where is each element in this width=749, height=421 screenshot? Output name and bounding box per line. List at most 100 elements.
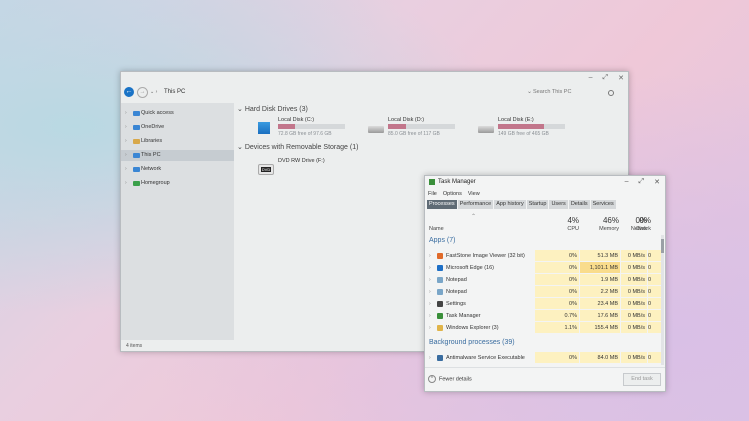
chevron-right-icon[interactable]: ›: [125, 150, 127, 161]
network-cell: 0 Mbps: [648, 352, 661, 363]
disk-cell: 0 MB/s: [621, 310, 647, 321]
search-icon: [608, 90, 614, 96]
star-icon: [133, 111, 140, 116]
background-section-header: Background processes (39): [429, 339, 515, 346]
menu-options[interactable]: Options: [443, 191, 462, 197]
sidebar-item-label: This PC: [141, 152, 161, 158]
end-task-button[interactable]: End task: [623, 373, 661, 386]
memory-cell: 84.0 MB: [580, 352, 620, 363]
minimize-icon[interactable]: –: [625, 178, 629, 186]
column-name[interactable]: Name: [429, 226, 444, 232]
chevron-right-icon[interactable]: ›: [429, 262, 431, 274]
drive-name: Local Disk (E:): [498, 117, 534, 123]
group-header-removable[interactable]: ⌄ Devices with Removable Storage (1): [237, 143, 358, 151]
tab-startup[interactable]: Startup: [526, 200, 549, 209]
maximize-icon[interactable]: ⤢: [603, 74, 609, 82]
sidebar-item-this-pc[interactable]: › This PC: [121, 150, 234, 161]
settings-icon: [437, 301, 443, 307]
memory-cell: 155.4 MB: [580, 322, 620, 333]
drive-usage-bar: [278, 124, 345, 129]
chevron-right-icon[interactable]: ›: [429, 274, 431, 286]
process-row[interactable]: › Windows Explorer (3) 1.1% 155.4 MB 0 MB/s 0…: [425, 322, 661, 334]
cpu-cell: 0%: [535, 298, 579, 309]
chevron-right-icon[interactable]: ›: [429, 250, 431, 262]
navigation-pane: › Quick access › OneDrive › Libraries › This PC…: [121, 103, 234, 340]
process-name: Notepad: [446, 289, 467, 295]
fewer-details-button[interactable]: ⌃ Fewer details: [428, 375, 472, 383]
network-cell: 0 Mbps: [648, 250, 661, 261]
network-cell: 0 Mbps: [648, 274, 661, 285]
network-total[interactable]: 0%: [623, 216, 651, 225]
drive-usage-fill: [278, 124, 295, 129]
notepad-icon: [437, 277, 443, 283]
disk-cell: 0 MB/s: [621, 274, 647, 285]
process-row[interactable]: › Microsoft Edge (16) 0% 1,101.1 MB 0 MB/s 0 …: [425, 262, 661, 274]
disk-cell: 0 MB/s: [621, 352, 647, 363]
address-bar[interactable]: This PC: [164, 89, 185, 95]
tab-processes[interactable]: Processes: [427, 200, 457, 209]
tab-app-history[interactable]: App history: [494, 200, 526, 209]
vertical-scrollbar[interactable]: [661, 235, 664, 365]
process-row[interactable]: › Notepad 0%1.9 MB0 MB/s0 Mbps: [425, 274, 661, 286]
chevron-right-icon[interactable]: ›: [125, 108, 127, 119]
cpu-total[interactable]: 4%: [535, 216, 579, 225]
sidebar-item-network[interactable]: › Network: [121, 164, 234, 175]
tab-services[interactable]: Services: [590, 200, 616, 209]
chevron-right-icon[interactable]: ›: [429, 322, 431, 334]
tab-performance[interactable]: Performance: [457, 200, 494, 209]
drive-item[interactable]: Local Disk (D:) 85.0 GB free of 117 GB: [368, 117, 478, 147]
close-icon[interactable]: ✕: [618, 74, 624, 82]
drive-free-space: 72.8 GB free of 97.6 GB: [278, 131, 332, 137]
column-network[interactable]: Network: [623, 226, 651, 232]
fewer-details-label: Fewer details: [439, 376, 472, 383]
address-dropdown-icon[interactable]: ⌄: [527, 88, 532, 95]
group-header-hard-disks[interactable]: ⌄ Hard Disk Drives (3): [237, 105, 308, 113]
sidebar-item-libraries[interactable]: › Libraries: [121, 136, 234, 147]
chevron-right-icon[interactable]: ›: [125, 136, 127, 147]
navigation-bar: ← → ⌄ › This PC ⌄ Search This PC: [121, 86, 628, 100]
process-row[interactable]: › Settings 0%23.4 MB0 MB/s0 Mbps: [425, 298, 661, 310]
column-memory[interactable]: Memory: [579, 226, 619, 232]
sidebar-item-homegroup[interactable]: › Homegroup: [121, 178, 234, 189]
search-input[interactable]: Search This PC: [533, 87, 617, 97]
tab-details[interactable]: Details: [568, 200, 590, 209]
menu-view[interactable]: View: [468, 191, 480, 197]
chevron-right-icon[interactable]: ›: [429, 352, 431, 364]
recent-locations-and-path-arrow[interactable]: ⌄ ›: [150, 89, 157, 95]
cpu-cell: 0%: [535, 274, 579, 285]
sidebar-item-quick-access[interactable]: › Quick access: [121, 108, 234, 119]
menu-file[interactable]: File: [428, 191, 437, 197]
drive-item[interactable]: Local Disk (E:) 149 GB free of 465 GB: [478, 117, 588, 147]
chevron-right-icon[interactable]: ›: [125, 122, 127, 133]
chevron-right-icon[interactable]: ›: [125, 178, 127, 189]
dvd-drive[interactable]: DVD DVD RW Drive (F:): [258, 158, 368, 188]
chevron-right-icon[interactable]: ›: [429, 286, 431, 298]
close-icon[interactable]: ✕: [654, 178, 660, 186]
back-button[interactable]: ←: [124, 87, 134, 97]
memory-cell: 17.6 MB: [580, 310, 620, 321]
forward-button[interactable]: →: [137, 87, 148, 98]
process-row[interactable]: › FastStone Image Viewer (32 bit) 0% 51.3 M…: [425, 250, 661, 262]
minimize-icon[interactable]: –: [589, 74, 593, 82]
explorer-titlebar[interactable]: – ⤢ ✕: [121, 72, 628, 84]
drive-free-space: 85.0 GB free of 117 GB: [388, 131, 440, 137]
column-cpu[interactable]: CPU: [535, 226, 579, 232]
maximize-icon[interactable]: ⤢: [639, 178, 645, 186]
process-list: Apps (7) › FastStone Image Viewer (32 bit)…: [425, 235, 661, 365]
process-row[interactable]: › Notepad 0%2.2 MB0 MB/s0 Mbps: [425, 286, 661, 298]
hard-disk-icon: [478, 126, 494, 133]
network-cell: 0 Mbps: [648, 310, 661, 321]
forward-arrow-icon: →: [139, 89, 146, 95]
chevron-right-icon[interactable]: ›: [125, 164, 127, 175]
chevron-right-icon[interactable]: ›: [429, 310, 431, 322]
memory-total[interactable]: 46%: [579, 216, 619, 225]
tab-users[interactable]: Users: [549, 200, 568, 209]
dvd-drive-icon: DVD: [258, 164, 274, 175]
process-row[interactable]: › Antimalware Service Executable 0% 84.0 MB…: [425, 352, 661, 364]
scrollbar-thumb[interactable]: [661, 239, 664, 253]
process-row[interactable]: › Task Manager 0.7%17.6 MB0 MB/s0 Mbps: [425, 310, 661, 322]
sidebar-item-onedrive[interactable]: › OneDrive: [121, 122, 234, 133]
disk-cell: 0 MB/s: [621, 286, 647, 297]
chevron-right-icon[interactable]: ›: [429, 298, 431, 310]
drive-usage-bar: [388, 124, 455, 129]
